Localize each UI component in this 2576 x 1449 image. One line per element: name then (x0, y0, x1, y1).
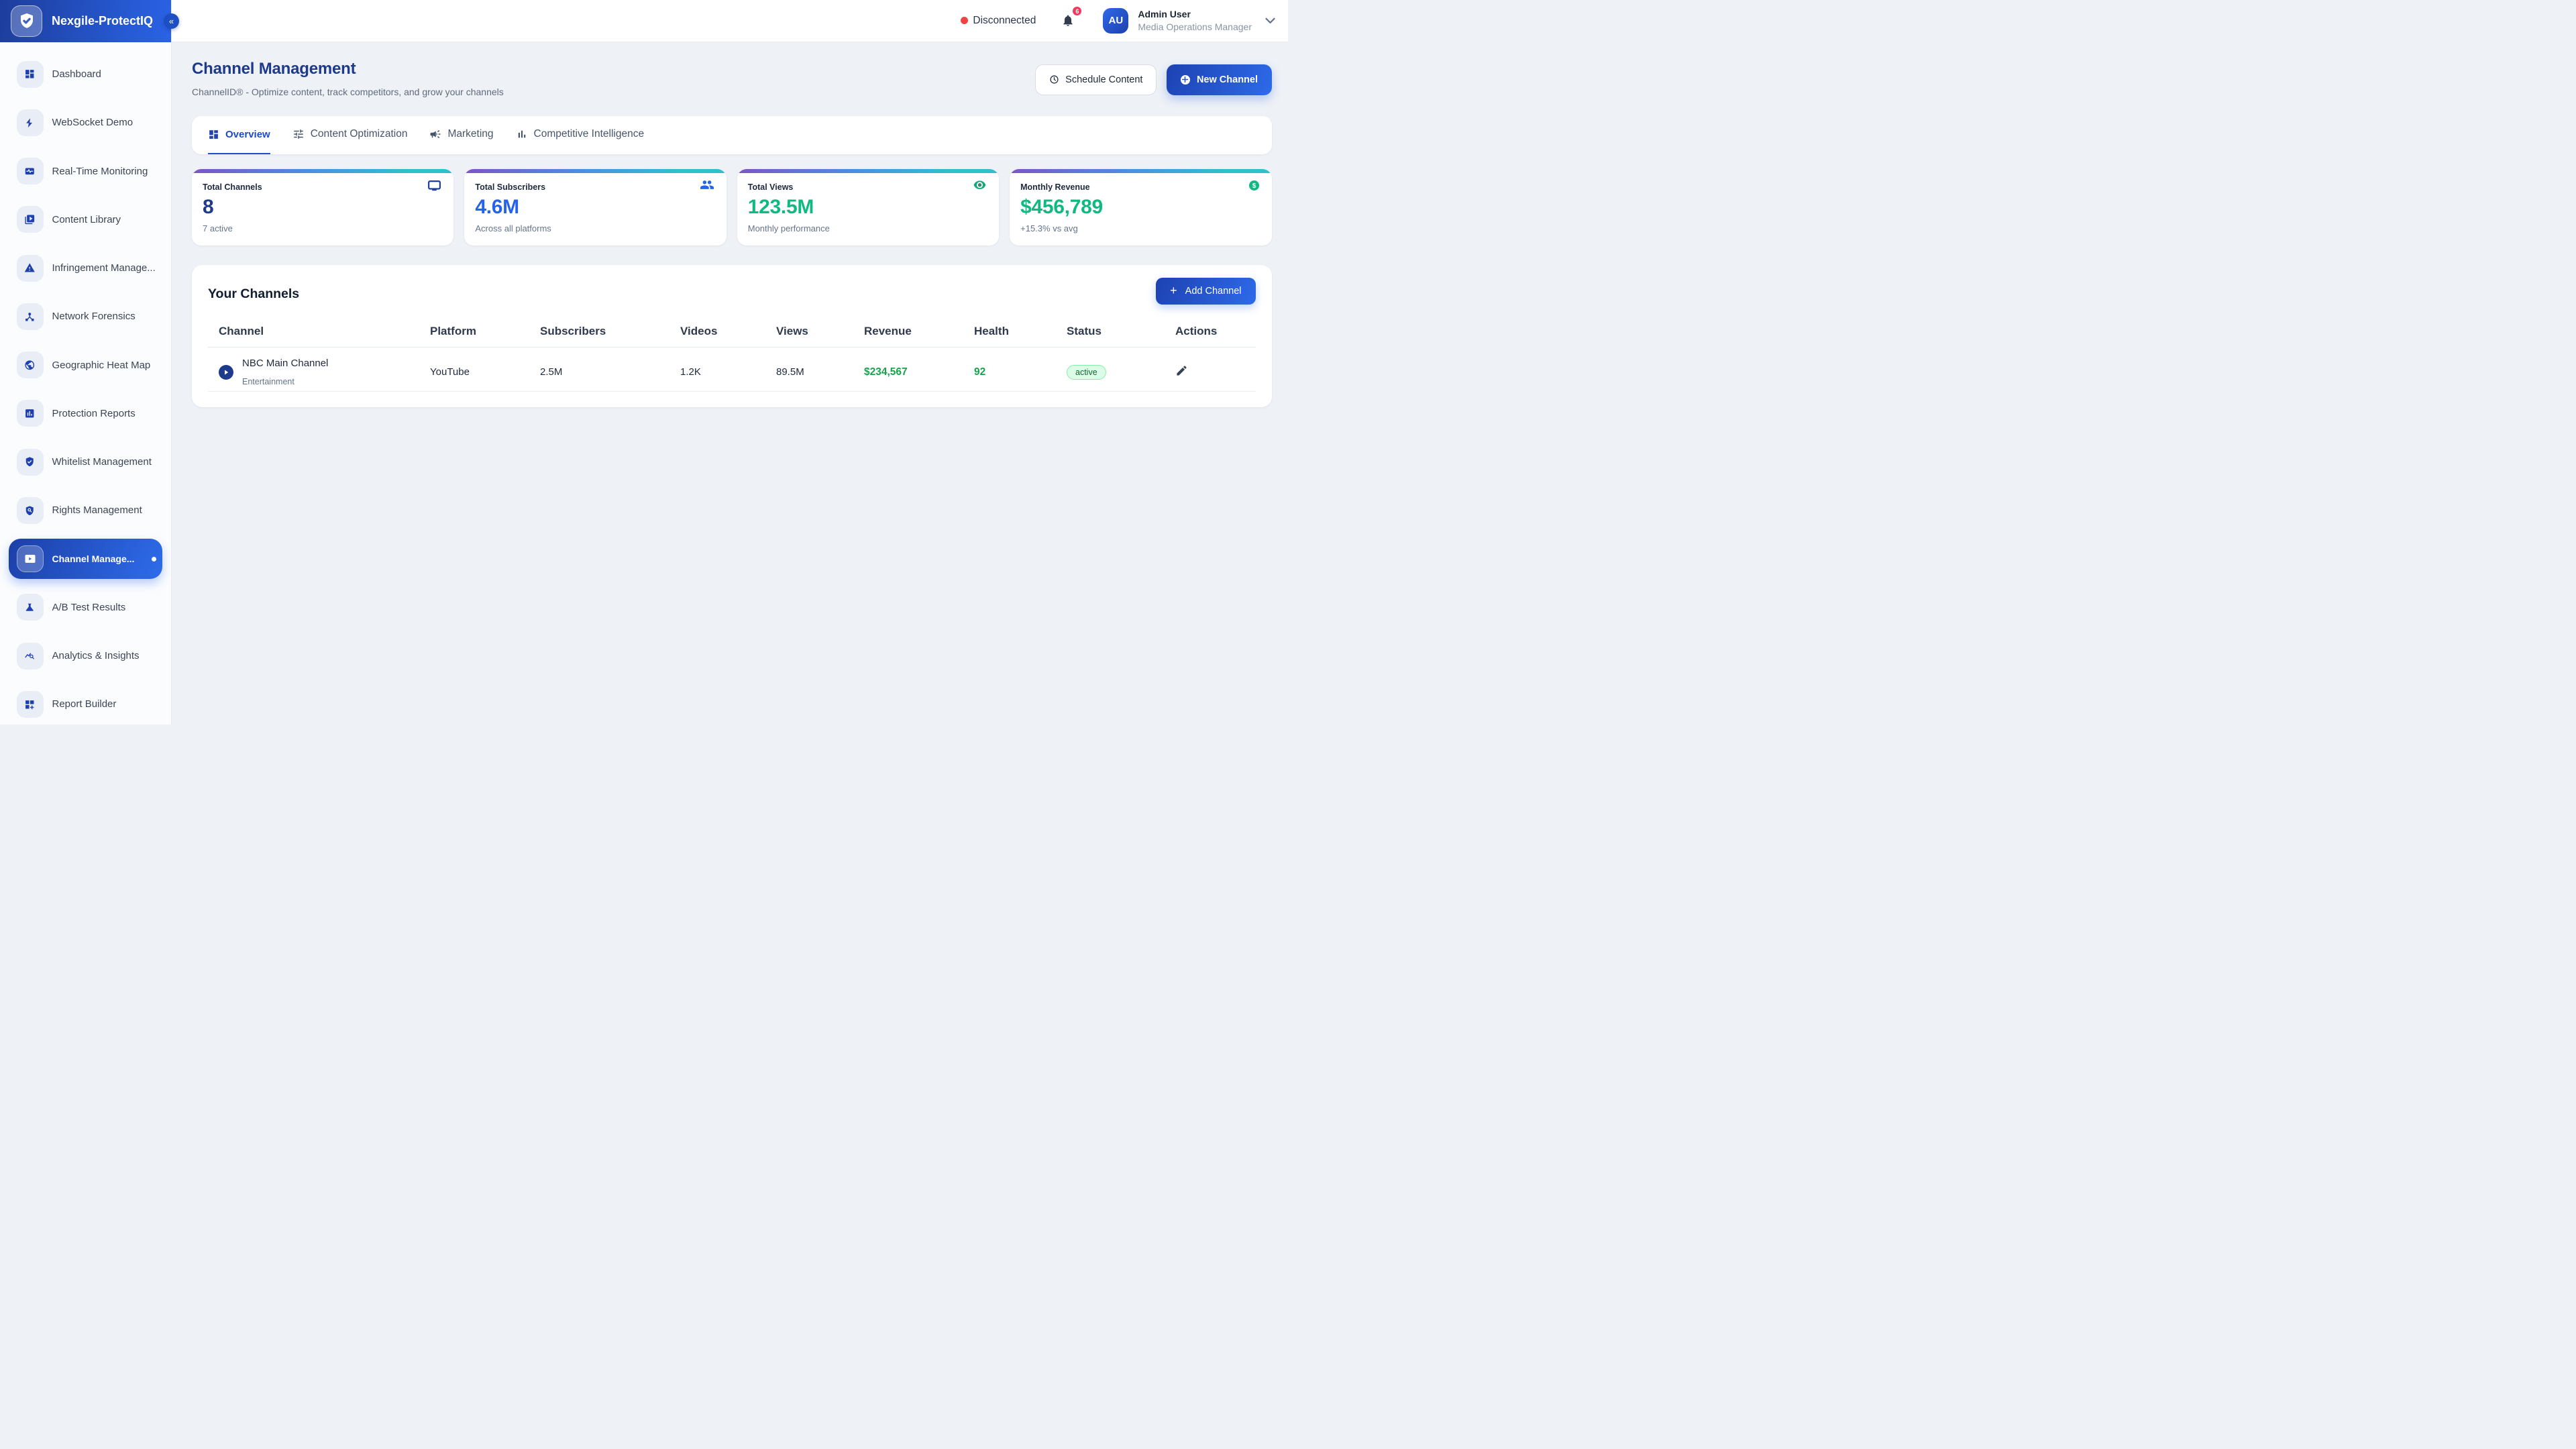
svg-text:$: $ (1252, 182, 1256, 190)
